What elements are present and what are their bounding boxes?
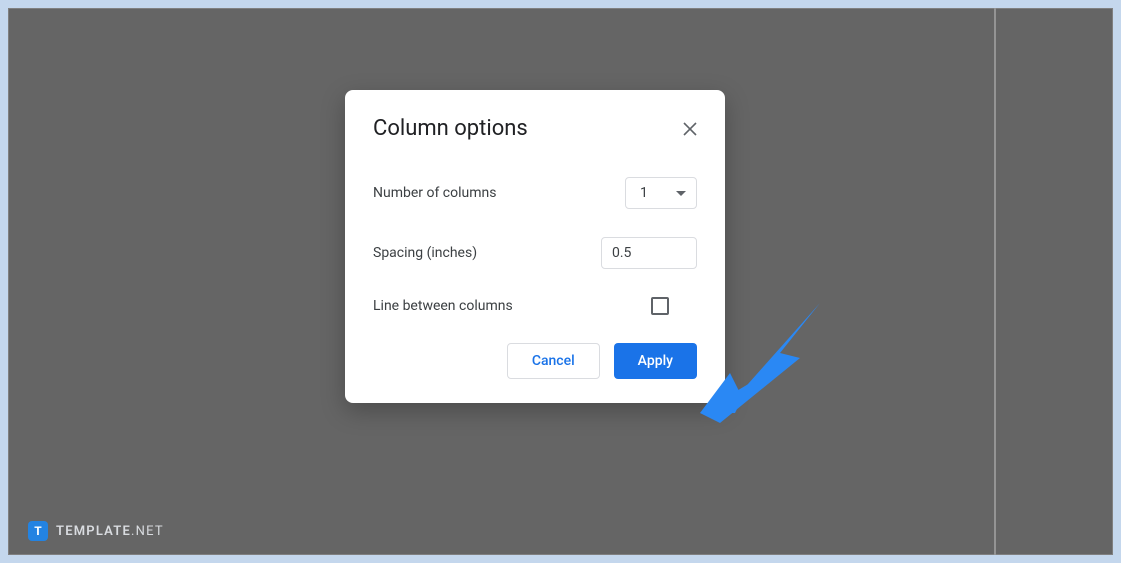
number-of-columns-value: 1 [640, 185, 648, 201]
watermark: T TEMPLATE.NET [28, 521, 164, 541]
chevron-down-icon [676, 191, 686, 196]
row-number-of-columns: Number of columns 1 [373, 177, 697, 209]
row-spacing: Spacing (inches) [373, 237, 697, 269]
dialog-header: Column options [373, 116, 697, 141]
apply-button[interactable]: Apply [614, 343, 697, 379]
close-icon[interactable] [683, 122, 697, 136]
number-of-columns-select[interactable]: 1 [625, 177, 697, 209]
watermark-text: TEMPLATE.NET [56, 524, 164, 539]
watermark-badge-icon: T [28, 521, 48, 541]
row-line-between: Line between columns [373, 297, 697, 315]
spacing-label: Spacing (inches) [373, 245, 477, 261]
column-options-dialog: Column options Number of columns 1 Spaci… [345, 90, 725, 403]
spacing-input[interactable] [601, 237, 697, 269]
line-between-label: Line between columns [373, 298, 513, 314]
dialog-title: Column options [373, 116, 528, 141]
dialog-footer: Cancel Apply [373, 343, 697, 379]
line-between-checkbox[interactable] [651, 297, 669, 315]
number-of-columns-label: Number of columns [373, 185, 496, 201]
cancel-button[interactable]: Cancel [507, 343, 600, 379]
watermark-light: .NET [131, 524, 164, 539]
watermark-bold: TEMPLATE [56, 524, 131, 539]
scrollbar-edge [994, 8, 996, 555]
